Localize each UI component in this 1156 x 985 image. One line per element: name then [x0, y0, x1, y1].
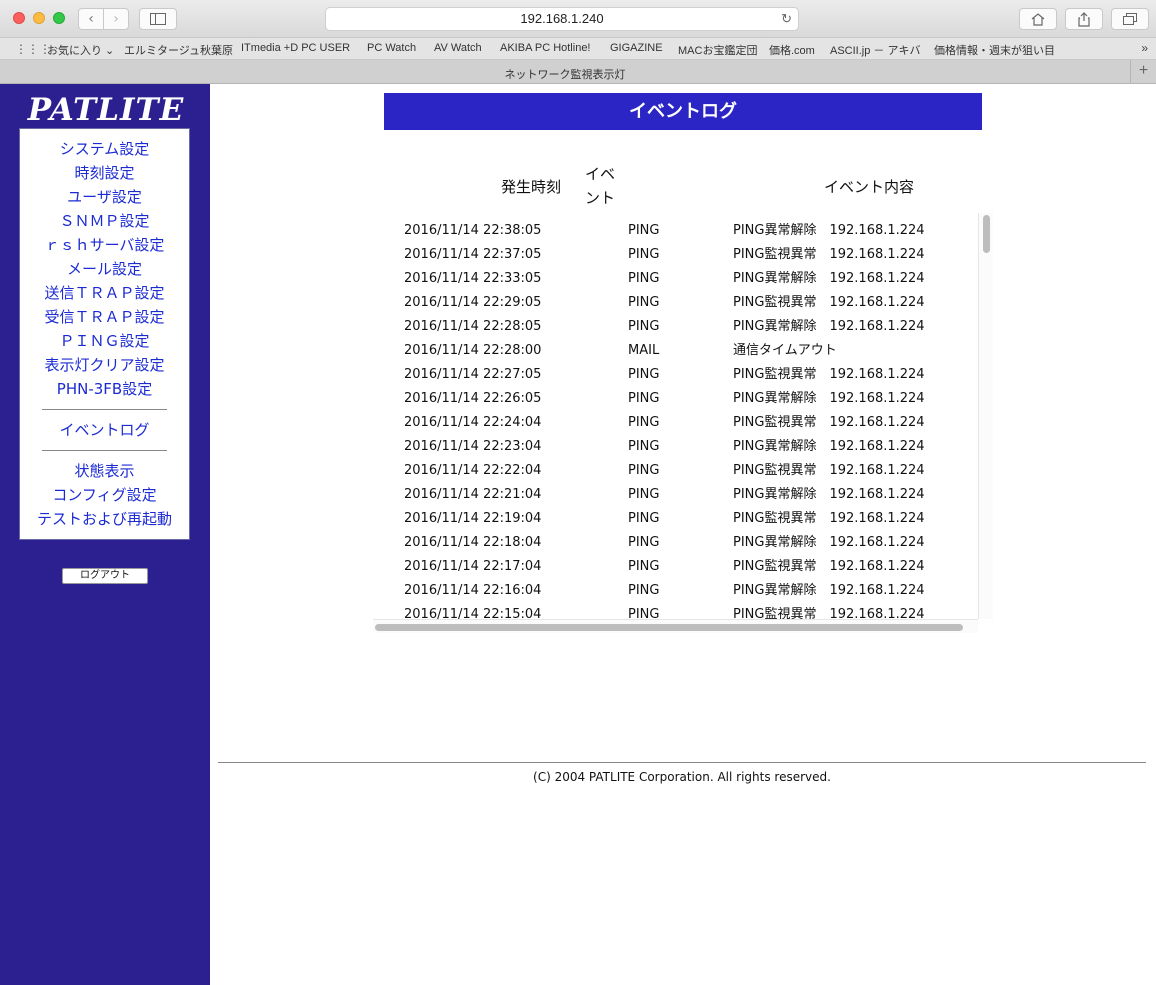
minimize-window-button[interactable] [33, 12, 45, 24]
table-row: 2016/11/14 22:27:05 PING PING監視異常 192.168.… [373, 357, 978, 382]
bookmarks-bar: ⋮⋮⋮ お気に入り ⌄ エルミタージュ秋葉原 ITmedia +D PC USE… [0, 38, 1156, 60]
sidebar-item-time[interactable]: 時刻設定 [22, 161, 187, 185]
event-log-rows: 2016/11/14 22:38:05 PING PING異常解除 192.168.… [373, 213, 978, 619]
sidebar-menu: システム設定 時刻設定 ユーザ設定 ＳＮＭＰ設定 ｒｓｈサーバ設定 メール設定 … [19, 128, 190, 540]
browser-window: ‹ › 192.168.1.240 ↻ ⋮⋮⋮ お気に入り ⌄ エルミタージュ秋… [0, 0, 1156, 985]
table-row: 2016/11/14 22:22:04 PING PING監視異常 192.168.… [373, 453, 978, 478]
table-row: 2016/11/14 22:37:05 PING PING監視異常 192.168.… [373, 237, 978, 262]
sidebar-item-send-trap[interactable]: 送信ＴＲＡＰ設定 [22, 281, 187, 305]
bookmark-item[interactable]: PC Watch [367, 42, 416, 54]
page-title: イベントログ [384, 93, 982, 130]
menu-divider [42, 409, 167, 410]
table-row: 2016/11/14 22:24:04 PING PING監視異常 192.168.… [373, 405, 978, 430]
tabs-icon [1123, 13, 1137, 25]
bookmark-item[interactable]: AV Watch [434, 42, 482, 54]
sidebar: PATLITE システム設定 時刻設定 ユーザ設定 ＳＮＭＰ設定 ｒｓｈサーバ設… [0, 84, 210, 985]
url-text: 192.168.1.240 [520, 11, 604, 26]
chevron-right-icon: › [113, 11, 119, 27]
sidebar-item-ping[interactable]: ＰＩＮＧ設定 [22, 329, 187, 353]
copyright: (C) 2004 PATLITE Corporation. All rights… [533, 770, 831, 784]
bookmark-item[interactable]: GIGAZINE [610, 42, 663, 54]
maximize-window-button[interactable] [53, 12, 65, 24]
close-window-button[interactable] [13, 12, 25, 24]
grid-icon[interactable]: ⋮⋮⋮ [15, 42, 51, 56]
event-log-list[interactable]: 2016/11/14 22:38:05 PING PING異常解除 192.168.… [373, 213, 993, 633]
forward-button[interactable]: › [103, 8, 129, 30]
reload-icon[interactable]: ↻ [781, 8, 792, 30]
logout-button[interactable]: ログアウト [62, 568, 148, 584]
table-row: 2016/11/14 22:29:05 PING PING監視異常 192.168.… [373, 285, 978, 310]
sidebar-item-test-restart[interactable]: テストおよび再起動 [22, 507, 187, 531]
table-row: 2016/11/14 22:26:05 PING PING異常解除 192.168.… [373, 381, 978, 406]
sidebar-item-rsh[interactable]: ｒｓｈサーバ設定 [22, 233, 187, 257]
bookmark-item[interactable]: エルミタージュ秋葉原 [124, 42, 233, 58]
bookmark-item[interactable]: 価格.com [769, 42, 815, 58]
sidebar-item-phn3fb[interactable]: PHN-3FB設定 [22, 377, 187, 401]
sidebar-item-light-clear[interactable]: 表示灯クリア設定 [22, 353, 187, 377]
bookmark-item[interactable]: お気に入り ⌄ [47, 42, 114, 58]
home-button[interactable] [1019, 8, 1057, 30]
horizontal-scroll-thumb[interactable] [375, 624, 963, 631]
header-time: 発生時刻 [501, 178, 562, 196]
sidebar-item-mail[interactable]: メール設定 [22, 257, 187, 281]
sidebar-item-event-log[interactable]: イベントログ [22, 418, 187, 442]
main-panel: イベントログ 発生時刻 イベント イベント内容 2016/11/14 22:38… [210, 84, 1156, 985]
cell-detail: PING監視異常 192.168.1.224 [733, 607, 925, 619]
sidebar-icon [150, 13, 166, 25]
sidebar-toggle-button[interactable] [139, 8, 177, 30]
sidebar-item-snmp[interactable]: ＳＮＭＰ設定 [22, 209, 187, 233]
cell-time: 2016/11/14 22:15:04 [404, 607, 542, 619]
vertical-scrollbar[interactable] [978, 213, 993, 619]
table-row: 2016/11/14 22:38:05 PING PING異常解除 192.168.… [373, 213, 978, 238]
table-row: 2016/11/14 22:23:04 PING PING異常解除 192.168.… [373, 429, 978, 454]
address-bar[interactable]: 192.168.1.240 ↻ [325, 7, 799, 31]
table-row: 2016/11/14 22:17:04 PING PING監視異常 192.168.… [373, 549, 978, 574]
table-row: 2016/11/14 22:28:00 MAIL 通信タイムアウト [373, 333, 978, 358]
header-detail: イベント内容 [824, 178, 915, 196]
sidebar-item-receive-trap[interactable]: 受信ＴＲＡＰ設定 [22, 305, 187, 329]
bookmark-item[interactable]: ASCII.jp － アキバ [830, 42, 920, 58]
footer-divider [218, 762, 1146, 763]
show-tabs-button[interactable] [1111, 8, 1149, 30]
home-icon [1031, 12, 1045, 26]
table-row: 2016/11/14 22:33:05 PING PING異常解除 192.168.… [373, 261, 978, 286]
cell-type: PING [628, 607, 660, 619]
table-row: 2016/11/14 22:15:04 PING PING監視異常 192.168.… [373, 597, 978, 619]
menu-divider [42, 450, 167, 451]
bookmark-item[interactable]: 価格情報・週末が狙い目 [934, 42, 1055, 58]
more-bookmarks-icon[interactable]: » [1141, 41, 1148, 55]
share-icon [1078, 11, 1090, 27]
sidebar-item-config[interactable]: コンフィグ設定 [22, 483, 187, 507]
page-content: PATLITE システム設定 時刻設定 ユーザ設定 ＳＮＭＰ設定 ｒｓｈサーバ設… [0, 84, 1156, 985]
tab-title[interactable]: ネットワーク監視表示灯 [0, 66, 1130, 82]
bookmark-item[interactable]: AKIBA PC Hotline! [500, 42, 591, 54]
back-button[interactable]: ‹ [78, 8, 104, 30]
header-type: イベント [584, 165, 615, 207]
table-row: 2016/11/14 22:18:04 PING PING異常解除 192.168.… [373, 525, 978, 550]
table-row: 2016/11/14 22:28:05 PING PING異常解除 192.168.… [373, 309, 978, 334]
horizontal-scrollbar[interactable] [373, 619, 978, 633]
bookmark-item[interactable]: MACお宝鑑定団 [678, 42, 757, 58]
table-row: 2016/11/14 22:16:04 PING PING異常解除 192.168.… [373, 573, 978, 598]
table-row: 2016/11/14 22:19:04 PING PING監視異常 192.168.… [373, 501, 978, 526]
share-button[interactable] [1065, 8, 1103, 30]
new-tab-icon[interactable]: + [1130, 60, 1156, 83]
browser-toolbar: ‹ › 192.168.1.240 ↻ [0, 0, 1156, 38]
sidebar-item-user[interactable]: ユーザ設定 [22, 185, 187, 209]
bookmark-item[interactable]: ITmedia +D PC USER [241, 42, 350, 54]
patlite-logo: PATLITE [27, 92, 185, 128]
sidebar-item-system[interactable]: システム設定 [22, 137, 187, 161]
vertical-scroll-thumb[interactable] [983, 215, 990, 253]
sidebar-item-status[interactable]: 状態表示 [22, 459, 187, 483]
table-row: 2016/11/14 22:21:04 PING PING異常解除 192.168.… [373, 477, 978, 502]
tab-bar: ネットワーク監視表示灯 + [0, 60, 1156, 84]
chevron-left-icon: ‹ [88, 11, 94, 27]
